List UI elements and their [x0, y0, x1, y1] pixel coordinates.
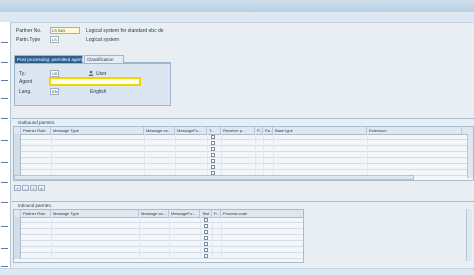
partner-no-description: Logical system for standard ebc de [86, 28, 164, 34]
column-gridline [221, 134, 222, 176]
column-gridline [144, 134, 145, 176]
nav-item-marker[interactable] [1, 98, 8, 99]
inbound-table-row[interactable] [14, 253, 303, 259]
language-label: Lang. [19, 89, 32, 95]
tab-post-processing[interactable]: Post processing: permitted agent [14, 55, 83, 63]
column-header[interactable]: Message va... [144, 127, 175, 134]
partn-type-description: Logical system [86, 37, 120, 43]
column-header[interactable]: Extension [367, 127, 462, 134]
nav-item-marker[interactable] [1, 42, 8, 43]
column-header[interactable]: MessageFu... [169, 210, 200, 217]
column-gridline [273, 134, 274, 176]
nav-item-marker[interactable] [1, 266, 8, 267]
user-icon [88, 70, 94, 76]
test-checkbox[interactable] [204, 224, 208, 228]
nav-item-marker[interactable] [1, 80, 8, 81]
outbound-horizontal-scrollbar[interactable] [14, 175, 414, 180]
test-checkbox[interactable] [211, 165, 215, 169]
column-gridline [255, 134, 256, 176]
column-header[interactable]: Test [200, 210, 212, 217]
column-header[interactable]: P... [255, 127, 263, 134]
column-header[interactable]: MessageFu... [175, 127, 207, 134]
agent-type-field[interactable]: US [50, 70, 59, 77]
select-all-cell[interactable] [14, 210, 21, 217]
test-checkbox[interactable] [204, 218, 208, 222]
outbound-divider [12, 118, 474, 119]
test-checkbox[interactable] [204, 248, 208, 252]
column-header[interactable]: T... [207, 127, 221, 134]
column-gridline [263, 134, 264, 176]
nav-item-marker[interactable] [1, 248, 8, 249]
test-checkbox[interactable] [204, 242, 208, 246]
partner-no-field[interactable]: LS ING [50, 27, 80, 34]
test-checkbox[interactable] [211, 153, 215, 157]
column-header[interactable]: Base type [273, 127, 367, 134]
column-gridline [212, 217, 213, 259]
column-gridline [367, 134, 368, 176]
nav-item-marker[interactable] [1, 226, 8, 227]
column-header[interactable]: Pa... [263, 127, 273, 134]
nav-item-marker[interactable] [1, 182, 8, 183]
column-header[interactable]: Process code [221, 210, 303, 217]
nav-item-marker[interactable] [1, 118, 8, 119]
nav-item-marker[interactable] [1, 140, 8, 141]
column-gridline [207, 134, 208, 176]
language-field[interactable]: EN [50, 88, 59, 95]
language-description: English [90, 89, 107, 95]
test-checkbox[interactable] [204, 254, 208, 258]
navigation-pane[interactable] [0, 22, 11, 274]
test-checkbox[interactable] [211, 141, 215, 145]
column-gridline [200, 217, 201, 259]
column-header[interactable]: Message Type [51, 210, 139, 217]
column-gridline [51, 134, 52, 176]
column-gridline [175, 134, 176, 176]
column-gridline [169, 217, 170, 259]
partn-type-field[interactable]: LS [50, 36, 59, 43]
application-toolbar [0, 12, 474, 23]
find-icon[interactable]: ⌕ [38, 185, 45, 191]
test-checkbox[interactable] [211, 147, 215, 151]
column-header[interactable]: Message Type [51, 127, 144, 134]
nav-item-marker[interactable] [1, 162, 8, 163]
column-header[interactable]: P... [212, 210, 221, 217]
column-header[interactable]: Partner Role [21, 210, 51, 217]
test-checkbox[interactable] [211, 135, 215, 139]
column-gridline [221, 217, 222, 259]
tab-classification[interactable]: Classification [84, 55, 124, 63]
outbound-parameters-table[interactable]: Partner Role Message Type Message va... … [13, 126, 474, 181]
column-header[interactable]: Partner Role [21, 127, 51, 134]
inbound-divider [12, 201, 474, 202]
inbound-vertical-scrollbar[interactable] [466, 209, 472, 261]
delete-row-icon[interactable]: - [22, 185, 29, 191]
column-header[interactable]: Receiver p... [221, 127, 255, 134]
nav-item-marker[interactable] [1, 202, 8, 203]
partner-no-label: Partner No. [16, 28, 42, 34]
inbound-parameters-table[interactable]: Partner Role Message Type Message va... … [13, 209, 304, 263]
agent-type-label: Ty.: [19, 71, 27, 77]
column-gridline [51, 217, 52, 259]
column-header[interactable]: Message va... [139, 210, 169, 217]
column-settings-icon[interactable] [462, 127, 473, 134]
partn-type-label: Partn.Type [16, 37, 41, 43]
details-icon[interactable]: i [30, 185, 37, 191]
column-gridline [139, 217, 140, 259]
select-all-cell[interactable] [14, 127, 21, 134]
outbound-section-title: Outbound parmtrs. [18, 120, 56, 125]
agent-input[interactable] [49, 77, 141, 86]
outbound-vertical-scrollbar[interactable] [467, 134, 473, 178]
test-checkbox[interactable] [211, 159, 215, 163]
row-selector[interactable] [14, 253, 21, 259]
insert-row-icon[interactable]: + [14, 185, 21, 191]
test-checkbox[interactable] [204, 230, 208, 234]
agent-label: Agent [19, 79, 33, 85]
inbound-section-title: Inbound parmtrs. [18, 203, 53, 208]
nav-item-marker[interactable] [1, 62, 8, 63]
test-checkbox[interactable] [204, 236, 208, 240]
